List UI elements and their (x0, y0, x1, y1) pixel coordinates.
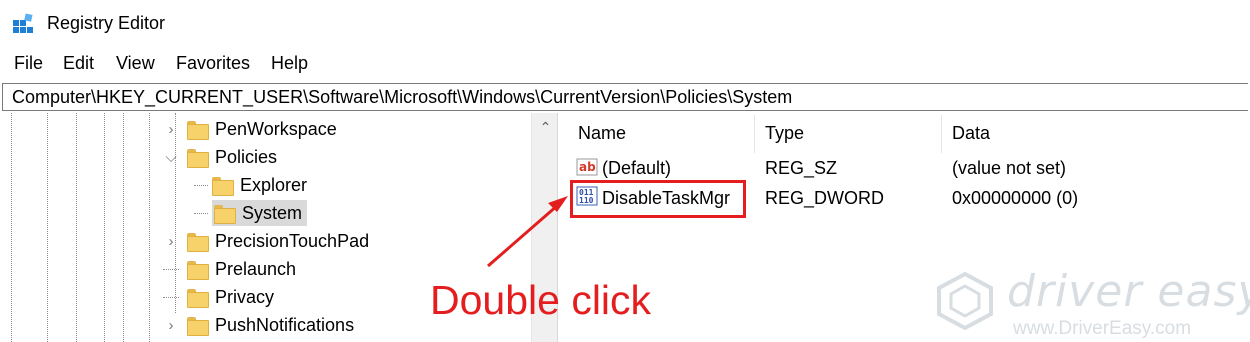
column-header-type[interactable]: Type (765, 123, 804, 144)
value-type: REG_DWORD (765, 188, 885, 208)
value-name[interactable]: (Default) (602, 158, 671, 179)
menu-help[interactable]: Help (269, 53, 310, 74)
selected-highlight: System (212, 200, 308, 226)
column-header-data[interactable]: Data (952, 123, 990, 144)
menu-view[interactable]: View (114, 53, 157, 74)
tree-item-label: PushNotifications (215, 314, 355, 335)
tree-item-label: PrecisionTouchPad (215, 230, 370, 251)
chevron-up-icon[interactable]: ⌃ (532, 119, 557, 139)
folder-icon (214, 204, 236, 224)
chevron-right-icon[interactable]: › (163, 317, 179, 334)
menu-file[interactable]: File (12, 53, 45, 74)
tree-item-label: Policies (215, 146, 278, 167)
folder-icon (212, 176, 234, 196)
tree-item-label: Privacy (215, 286, 275, 307)
tree-item-label: System (242, 202, 303, 223)
folder-icon (187, 232, 209, 252)
menu-favorites[interactable]: Favorites (174, 53, 252, 74)
tree-item-pushnotifications[interactable]: › PushNotifications (163, 311, 354, 339)
tree-item-prelaunch[interactable]: Prelaunch (163, 255, 296, 283)
tree-item-explorer[interactable]: Explorer (194, 171, 307, 199)
svg-text:ab: ab (579, 160, 596, 174)
tree-guide-line (11, 113, 12, 342)
value-data: 0x00000000 (0) (952, 188, 1079, 208)
tree-connector (163, 296, 179, 298)
tree-item-label: Explorer (240, 174, 308, 195)
menu-bar: File Edit View Favorites Help (0, 48, 1250, 80)
folder-icon (187, 148, 209, 168)
driver-easy-logo-icon (937, 271, 993, 330)
regedit-icon (13, 13, 33, 33)
value-type: REG_SZ (765, 158, 838, 178)
folder-icon (187, 260, 209, 280)
chevron-down-icon[interactable]: ⌵ (163, 149, 179, 166)
tree-guide-line (47, 113, 48, 342)
tree-guide-line (76, 113, 77, 342)
tree-guide-line (149, 113, 150, 342)
annotation-label: Double click (430, 277, 652, 323)
tree-connector (163, 268, 179, 270)
tree-connector (194, 184, 208, 186)
string-value-icon: ab (576, 158, 598, 176)
tree-guide-line (104, 113, 105, 342)
tree-connector (194, 212, 208, 214)
folder-icon (187, 316, 209, 336)
chevron-right-icon[interactable]: › (163, 233, 179, 250)
watermark-url: www.DriverEasy.com (1013, 318, 1192, 339)
window-title: Registry Editor (47, 13, 166, 33)
tree-item-precisiontouchpad[interactable]: › PrecisionTouchPad (163, 227, 369, 255)
watermark: driver easy www.DriverEasy.com (935, 266, 1250, 342)
watermark-brand: driver easy (1007, 266, 1250, 317)
tree-item-label: Prelaunch (215, 258, 297, 279)
title-bar: Registry Editor (0, 0, 1250, 48)
tree-item-policies[interactable]: ⌵ Policies (163, 143, 277, 171)
tree-guide-line (123, 113, 124, 342)
highlight-box (570, 180, 746, 218)
chevron-right-icon[interactable]: › (163, 121, 179, 138)
column-header-name[interactable]: Name (578, 123, 626, 144)
column-divider[interactable] (941, 115, 942, 153)
tree-item-label: PenWorkspace (215, 118, 337, 139)
tree-item-privacy[interactable]: Privacy (163, 283, 274, 311)
menu-edit[interactable]: Edit (61, 53, 96, 74)
tree-item-penworkspace[interactable]: › PenWorkspace (163, 115, 337, 143)
folder-icon (187, 288, 209, 308)
address-bar[interactable]: Computer\HKEY_CURRENT_USER\Software\Micr… (2, 83, 1248, 111)
column-divider[interactable] (754, 115, 755, 153)
value-data: (value not set) (952, 158, 1067, 178)
tree-item-system[interactable]: System (194, 199, 308, 227)
folder-icon (187, 120, 209, 140)
address-path[interactable]: Computer\HKEY_CURRENT_USER\Software\Micr… (12, 87, 792, 108)
